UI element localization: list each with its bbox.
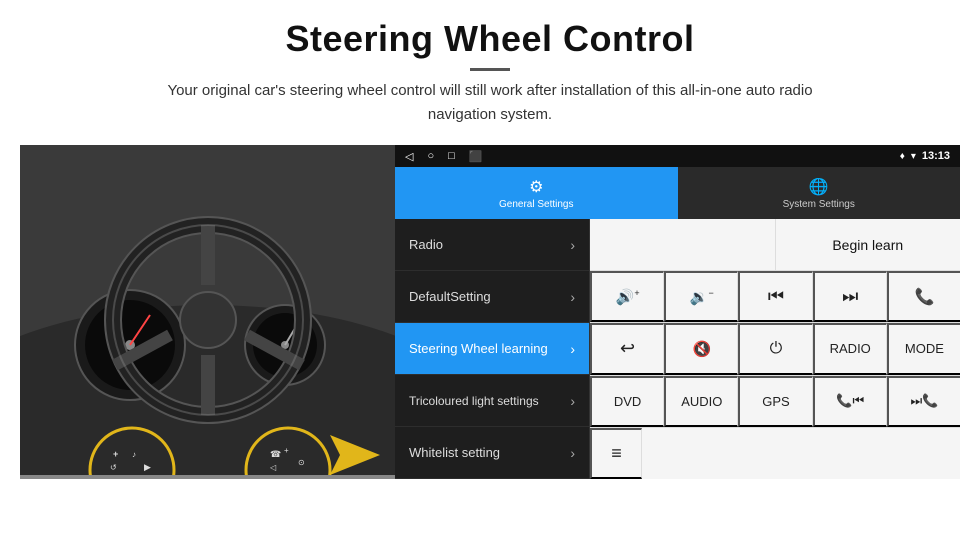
status-bar: ◁ ○ □ ⬛ ♦ ▾ 13:13 bbox=[395, 145, 960, 167]
dvd-label: DVD bbox=[614, 394, 641, 409]
controls-row-1: 🔊+ 🔉− ⏮ ⏭ 📞 bbox=[590, 271, 960, 323]
mode-label: MODE bbox=[905, 341, 944, 356]
menu-item-steering[interactable]: Steering Wheel learning › bbox=[395, 323, 589, 375]
svg-text:☎: ☎ bbox=[270, 449, 281, 459]
menu-item-radio[interactable]: Radio › bbox=[395, 219, 589, 271]
general-settings-icon: ⚙ bbox=[529, 177, 543, 197]
menu-item-default[interactable]: DefaultSetting › bbox=[395, 271, 589, 323]
device-ui: ◁ ○ □ ⬛ ♦ ▾ 13:13 ⚙ General Settings bbox=[395, 145, 960, 479]
power-button[interactable]: ⏻ bbox=[738, 323, 812, 374]
svg-text:↺: ↺ bbox=[110, 463, 117, 472]
back-button[interactable]: ↩ bbox=[590, 323, 664, 374]
phone-next-button[interactable]: ⏭📞 bbox=[887, 376, 960, 427]
audio-button[interactable]: AUDIO bbox=[664, 376, 738, 427]
tab-general-label: General Settings bbox=[499, 199, 574, 210]
page-subtitle: Your original car's steering wheel contr… bbox=[150, 79, 830, 127]
main-content: + ↺ − ♪ ▶ ☎ + ◁ ▷ ⊙ bbox=[0, 145, 980, 479]
status-bar-right: ♦ ▾ 13:13 bbox=[900, 150, 950, 162]
car-image-svg: + ↺ − ♪ ▶ ☎ + ◁ ▷ ⊙ bbox=[20, 145, 395, 475]
power-icon: ⏻ bbox=[770, 340, 783, 358]
home-icon[interactable]: ○ bbox=[427, 150, 434, 162]
page-container: Steering Wheel Control Your original car… bbox=[0, 0, 980, 479]
audio-label: AUDIO bbox=[681, 394, 722, 409]
system-settings-icon: 🌐 bbox=[809, 177, 829, 197]
phone-next-icon: ⏭📞 bbox=[910, 393, 938, 409]
gps-label: GPS bbox=[762, 394, 789, 409]
begin-learn-button[interactable]: Begin learn bbox=[776, 219, 961, 270]
tricoloured-chevron-icon: › bbox=[570, 393, 575, 409]
tab-general-settings[interactable]: ⚙ General Settings bbox=[395, 167, 678, 219]
menu-controls-area: Radio › DefaultSetting › Steering Wheel … bbox=[395, 219, 960, 479]
status-bar-left: ◁ ○ □ ⬛ bbox=[405, 150, 482, 163]
back-icon: ↩ bbox=[620, 338, 635, 359]
menu-list: Radio › DefaultSetting › Steering Wheel … bbox=[395, 219, 590, 479]
tab-bar: ⚙ General Settings 🌐 System Settings bbox=[395, 167, 960, 219]
top-row: Begin learn bbox=[590, 219, 960, 271]
next-track-button[interactable]: ⏭ bbox=[813, 271, 887, 322]
phone-button[interactable]: 📞 bbox=[887, 271, 960, 322]
dvd-button[interactable]: DVD bbox=[590, 376, 664, 427]
mute-button[interactable]: 🔇 bbox=[664, 323, 738, 374]
controls-row-4: ≡ bbox=[590, 428, 960, 479]
menu-steering-label: Steering Wheel learning bbox=[409, 341, 548, 356]
menu-radio-label: Radio bbox=[409, 237, 443, 252]
menu-item-whitelist[interactable]: Whitelist setting › bbox=[395, 427, 589, 479]
prev-track-icon: ⏮ bbox=[768, 286, 784, 307]
mute-icon: 🔇 bbox=[692, 340, 711, 358]
whitelist-chevron-icon: › bbox=[570, 445, 575, 461]
phone-icon: 📞 bbox=[914, 287, 934, 307]
default-chevron-icon: › bbox=[570, 289, 575, 305]
tab-system-settings[interactable]: 🌐 System Settings bbox=[678, 167, 961, 219]
menu-icon: ≡ bbox=[611, 443, 622, 464]
phone-prev-icon: 📞⏮ bbox=[836, 393, 864, 409]
phone-prev-button[interactable]: 📞⏮ bbox=[813, 376, 887, 427]
controls-grid: 🔊+ 🔉− ⏮ ⏭ 📞 bbox=[590, 271, 960, 479]
vol-up-button[interactable]: 🔊+ bbox=[590, 271, 664, 322]
menu-default-label: DefaultSetting bbox=[409, 289, 491, 304]
page-title: Steering Wheel Control bbox=[60, 18, 920, 60]
radio-chevron-icon: › bbox=[570, 237, 575, 253]
radio-label: RADIO bbox=[830, 341, 871, 356]
controls-row-2: ↩ 🔇 ⏻ RADIO MOD bbox=[590, 323, 960, 375]
signal-icon: ▾ bbox=[911, 151, 916, 162]
title-divider bbox=[470, 68, 510, 71]
mode-button[interactable]: MODE bbox=[887, 323, 960, 374]
controls-panel: Begin learn 🔊+ 🔉− bbox=[590, 219, 960, 479]
prev-track-button[interactable]: ⏮ bbox=[738, 271, 812, 322]
radio-button[interactable]: RADIO bbox=[813, 323, 887, 374]
controls-row-3: DVD AUDIO GPS 📞⏮ bbox=[590, 376, 960, 428]
svg-text:▶: ▶ bbox=[144, 462, 151, 472]
car-image: + ↺ − ♪ ▶ ☎ + ◁ ▷ ⊙ bbox=[20, 145, 395, 479]
steering-wheel-area: + ↺ − ♪ ▶ ☎ + ◁ ▷ ⊙ bbox=[20, 145, 395, 475]
svg-text:+: + bbox=[113, 449, 118, 459]
svg-text:⊙: ⊙ bbox=[298, 458, 305, 467]
cast-icon[interactable]: ⬛ bbox=[469, 150, 483, 163]
vol-down-icon: 🔉− bbox=[690, 288, 714, 306]
menu-item-tricoloured[interactable]: Tricoloured light settings › bbox=[395, 375, 589, 427]
empty-bottom bbox=[642, 428, 960, 479]
next-track-icon: ⏭ bbox=[842, 286, 858, 307]
tab-system-label: System Settings bbox=[783, 199, 855, 210]
menu-whitelist-label: Whitelist setting bbox=[409, 445, 500, 460]
page-header: Steering Wheel Control Your original car… bbox=[0, 0, 980, 137]
steering-chevron-icon: › bbox=[570, 341, 575, 357]
empty-slot bbox=[590, 219, 776, 270]
menu-button[interactable]: ≡ bbox=[590, 428, 642, 479]
svg-text:♪: ♪ bbox=[132, 450, 136, 459]
time-display: 13:13 bbox=[922, 150, 950, 162]
gps-button[interactable]: GPS bbox=[738, 376, 812, 427]
svg-text:◁: ◁ bbox=[270, 463, 277, 472]
recents-icon[interactable]: □ bbox=[448, 150, 455, 162]
svg-text:+: + bbox=[284, 446, 289, 455]
vol-down-button[interactable]: 🔉− bbox=[664, 271, 738, 322]
vol-up-icon: 🔊+ bbox=[616, 288, 640, 306]
back-nav-icon[interactable]: ◁ bbox=[405, 150, 413, 163]
menu-tricoloured-label: Tricoloured light settings bbox=[409, 394, 539, 408]
location-icon: ♦ bbox=[900, 151, 905, 162]
